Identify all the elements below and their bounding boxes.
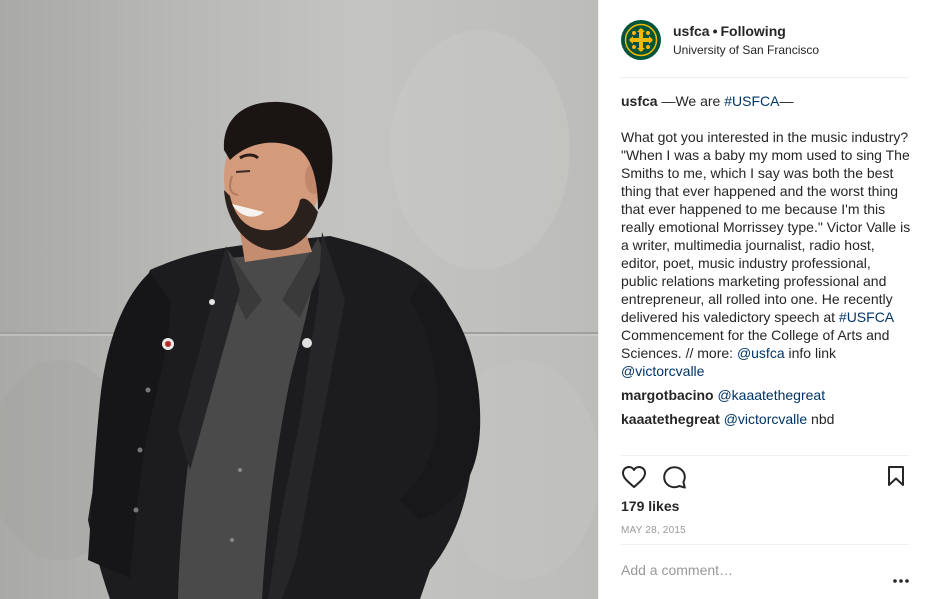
mention-usfca-link[interactable]: @usfca (737, 345, 785, 361)
action-bar (621, 465, 911, 491)
comment-mention-link[interactable]: @kaaatethegreat (717, 387, 825, 403)
caption-headline-pre: —We are (657, 93, 725, 109)
caption-headline: usfca —We are #USFCA— (621, 92, 911, 110)
bookmark-icon[interactable] (887, 465, 905, 492)
like-count[interactable]: 179 likes (621, 498, 679, 514)
comment-username[interactable]: margotbacino (621, 387, 714, 403)
caption: usfca —We are #USFCA— What got you inter… (621, 92, 911, 380)
mention-victorcvalle-link[interactable]: @victorcvalle (621, 363, 704, 379)
following-button[interactable]: Following (720, 23, 785, 39)
portrait-image (0, 30, 598, 599)
caption-body-text-3: info link (784, 345, 836, 361)
post-date[interactable]: MAY 28, 2015 (621, 525, 686, 536)
heart-icon[interactable] (621, 465, 647, 494)
comment-text: nbd (807, 411, 835, 427)
hashtag-usfca-body-link[interactable]: #USFCA (839, 309, 893, 325)
header-row: usfca • Following (673, 22, 819, 40)
caption-body-text-1: What got you interested in the music ind… (621, 129, 911, 325)
header-info: usfca • Following University of San Franci… (673, 22, 819, 59)
caption-username[interactable]: usfca (621, 93, 658, 109)
post-location[interactable]: University of San Francisco (673, 41, 819, 59)
add-comment-input[interactable] (621, 562, 871, 578)
comments-list: usfca —We are #USFCA— What got you inter… (621, 92, 911, 428)
comment-input-divider (621, 544, 909, 545)
comment-item: margotbacino @kaaatethegreat (621, 386, 911, 404)
header-divider (621, 77, 909, 78)
more-options-icon[interactable] (893, 570, 909, 588)
post-author-username[interactable]: usfca (673, 23, 710, 39)
hashtag-usfca-link[interactable]: #USFCA (724, 93, 779, 109)
comment-bubble-icon[interactable] (662, 465, 687, 495)
usfca-logo-icon[interactable] (621, 20, 661, 60)
post-view: usfca • Following University of San Franci… (0, 0, 933, 599)
comment-username[interactable]: kaaatethegreat (621, 411, 720, 427)
post-details-panel: usfca • Following University of San Franci… (598, 0, 933, 599)
caption-headline-post: — (779, 93, 794, 109)
post-photo[interactable] (0, 0, 598, 599)
post-header: usfca • Following University of San Franci… (621, 19, 909, 61)
header-separator: • (712, 22, 718, 39)
comment-mention-link[interactable]: @victorcvalle (724, 411, 807, 427)
comment-item: kaaatethegreat @victorcvalle nbd (621, 410, 911, 428)
caption-body: What got you interested in the music ind… (621, 128, 911, 380)
actions-divider (621, 455, 909, 456)
